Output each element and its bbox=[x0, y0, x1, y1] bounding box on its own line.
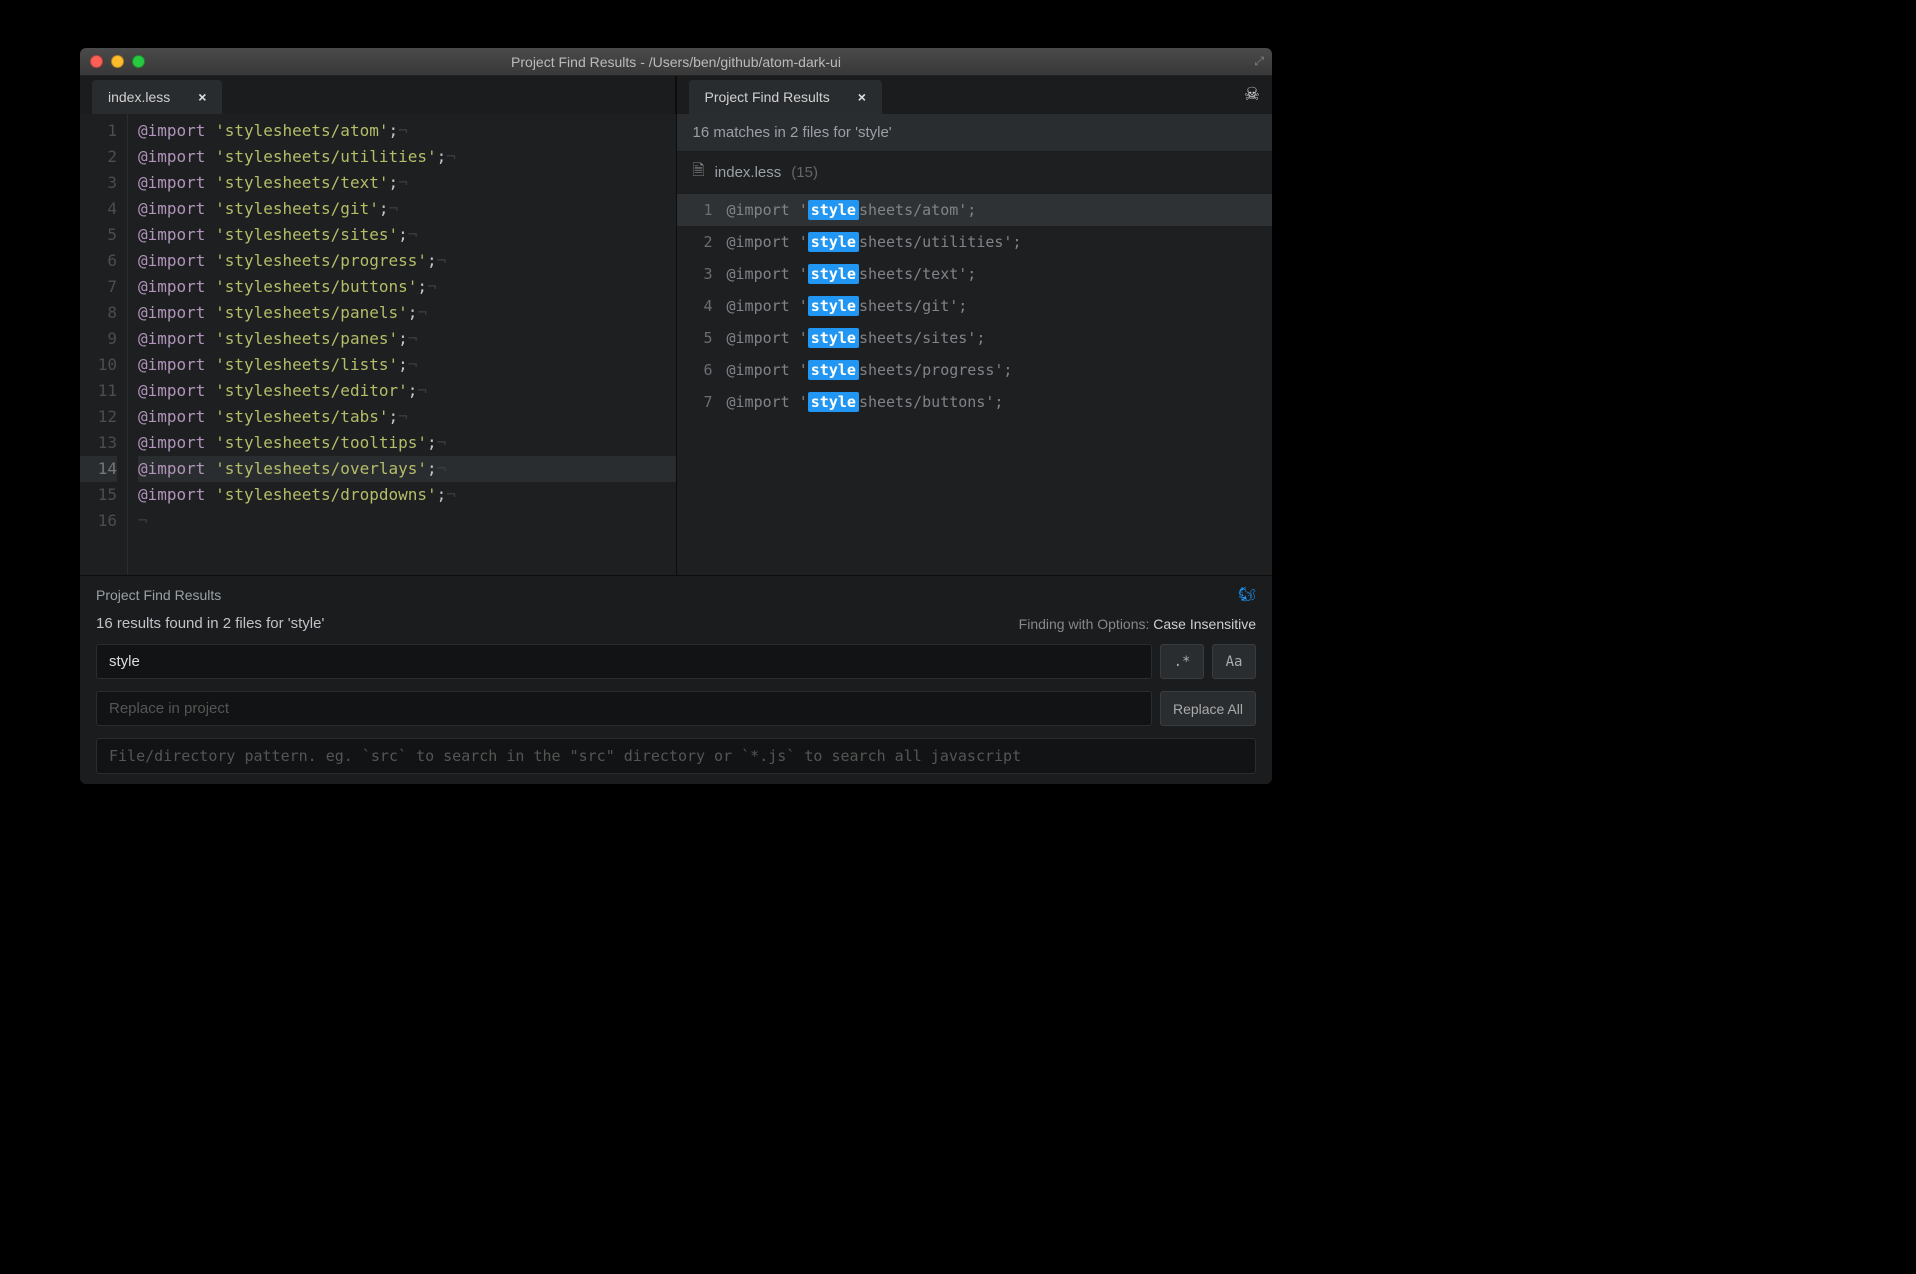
replace-input[interactable] bbox=[96, 691, 1152, 726]
code-line[interactable]: @import 'stylesheets/tooltips';¬ bbox=[138, 430, 676, 456]
code-line[interactable]: @import 'stylesheets/overlays';¬ bbox=[138, 456, 676, 482]
regex-toggle-button[interactable]: .* bbox=[1160, 644, 1204, 679]
code-editor[interactable]: 12345678910111213141516 @import 'stylesh… bbox=[80, 114, 676, 575]
maximize-icon[interactable]: ⤢ bbox=[1254, 54, 1264, 69]
result-row[interactable]: 5 @import 'stylesheets/sites'; bbox=[677, 322, 1273, 354]
results-file-count: (15) bbox=[791, 164, 818, 181]
code-line[interactable]: @import 'stylesheets/atom';¬ bbox=[138, 118, 676, 144]
result-text: @import 'stylesheets/git'; bbox=[727, 297, 968, 315]
window-title: Project Find Results - /Users/ben/github… bbox=[511, 54, 841, 70]
code-line[interactable]: @import 'stylesheets/sites';¬ bbox=[138, 222, 676, 248]
line-number: 6 bbox=[80, 248, 117, 274]
titlebar[interactable]: Project Find Results - /Users/ben/github… bbox=[80, 48, 1272, 76]
result-text: @import 'stylesheets/sites'; bbox=[727, 329, 986, 347]
results-file-name: index.less bbox=[715, 164, 782, 181]
result-line-number: 7 bbox=[693, 393, 713, 411]
line-number: 8 bbox=[80, 300, 117, 326]
tab-title: Project Find Results bbox=[705, 89, 830, 105]
minimize-window-button[interactable] bbox=[111, 55, 124, 68]
result-row[interactable]: 6 @import 'stylesheets/progress'; bbox=[677, 354, 1273, 386]
line-number: 3 bbox=[80, 170, 117, 196]
line-number: 14 bbox=[80, 456, 117, 482]
result-row[interactable]: 2 @import 'stylesheets/utilities'; bbox=[677, 226, 1273, 258]
case-toggle-button[interactable]: Aa bbox=[1212, 644, 1256, 679]
search-input[interactable] bbox=[96, 644, 1152, 679]
result-row[interactable]: 3 @import 'stylesheets/text'; bbox=[677, 258, 1273, 290]
code-line[interactable]: @import 'stylesheets/editor';¬ bbox=[138, 378, 676, 404]
squirrel-icon[interactable]: 🐿 bbox=[1238, 586, 1256, 603]
result-line-number: 6 bbox=[693, 361, 713, 379]
tab-find-results[interactable]: Project Find Results × bbox=[689, 80, 882, 114]
result-line-number: 3 bbox=[693, 265, 713, 283]
find-results-count: 16 results found in 2 files for 'style' bbox=[96, 615, 324, 632]
tab-bar-right: Project Find Results × ☠ bbox=[677, 76, 1273, 114]
line-number: 10 bbox=[80, 352, 117, 378]
result-row[interactable]: 4 @import 'stylesheets/git'; bbox=[677, 290, 1273, 322]
app-window: Project Find Results - /Users/ben/github… bbox=[80, 48, 1272, 784]
tab-title: index.less bbox=[108, 89, 170, 105]
result-text: @import 'stylesheets/atom'; bbox=[727, 201, 977, 219]
line-number: 5 bbox=[80, 222, 117, 248]
result-text: @import 'stylesheets/text'; bbox=[727, 265, 977, 283]
skull-icon[interactable]: ☠ bbox=[1244, 84, 1260, 105]
line-number-gutter: 12345678910111213141516 bbox=[80, 114, 128, 575]
results-summary: 16 matches in 2 files for 'style' bbox=[677, 114, 1273, 152]
close-window-button[interactable] bbox=[90, 55, 103, 68]
line-number: 4 bbox=[80, 196, 117, 222]
tab-index-less[interactable]: index.less × bbox=[92, 80, 222, 114]
result-list: 1 @import 'stylesheets/atom'; 2 @import 'st… bbox=[677, 194, 1273, 575]
result-text: @import 'stylesheets/utilities'; bbox=[727, 233, 1022, 251]
find-options-label: Finding with Options: Case Insensitive bbox=[1019, 616, 1256, 632]
line-number: 12 bbox=[80, 404, 117, 430]
traffic-lights bbox=[80, 55, 145, 68]
find-panel-title: Project Find Results bbox=[96, 587, 221, 603]
line-number: 9 bbox=[80, 326, 117, 352]
code-line[interactable]: @import 'stylesheets/utilities';¬ bbox=[138, 144, 676, 170]
line-number: 7 bbox=[80, 274, 117, 300]
line-number: 16 bbox=[80, 508, 117, 534]
line-number: 15 bbox=[80, 482, 117, 508]
close-icon[interactable]: × bbox=[198, 89, 206, 105]
line-number: 2 bbox=[80, 144, 117, 170]
editor-pane: index.less × 12345678910111213141516 @im… bbox=[80, 76, 677, 575]
find-panel: Project Find Results 🐿 16 results found … bbox=[80, 575, 1272, 784]
tab-bar-left: index.less × bbox=[80, 76, 676, 114]
line-number: 1 bbox=[80, 118, 117, 144]
code-line[interactable]: @import 'stylesheets/tabs';¬ bbox=[138, 404, 676, 430]
results-file-header[interactable]: 🗎 index.less (15) bbox=[677, 152, 1273, 194]
result-line-number: 2 bbox=[693, 233, 713, 251]
code-line[interactable]: ¬ bbox=[138, 508, 676, 534]
code-body[interactable]: @import 'stylesheets/atom';¬@import 'sty… bbox=[128, 114, 676, 575]
result-text: @import 'stylesheets/buttons'; bbox=[727, 393, 1004, 411]
code-line[interactable]: @import 'stylesheets/progress';¬ bbox=[138, 248, 676, 274]
code-line[interactable]: @import 'stylesheets/buttons';¬ bbox=[138, 274, 676, 300]
path-filter-input[interactable] bbox=[96, 738, 1256, 774]
replace-all-button[interactable]: Replace All bbox=[1160, 691, 1256, 726]
code-line[interactable]: @import 'stylesheets/panes';¬ bbox=[138, 326, 676, 352]
result-line-number: 4 bbox=[693, 297, 713, 315]
results-pane: Project Find Results × ☠ 16 matches in 2… bbox=[677, 76, 1273, 575]
split-pane: index.less × 12345678910111213141516 @im… bbox=[80, 76, 1272, 575]
result-text: @import 'stylesheets/progress'; bbox=[727, 361, 1013, 379]
line-number: 11 bbox=[80, 378, 117, 404]
close-icon[interactable]: × bbox=[858, 89, 866, 105]
result-row[interactable]: 1 @import 'stylesheets/atom'; bbox=[677, 194, 1273, 226]
line-number: 13 bbox=[80, 430, 117, 456]
code-line[interactable]: @import 'stylesheets/text';¬ bbox=[138, 170, 676, 196]
code-line[interactable]: @import 'stylesheets/git';¬ bbox=[138, 196, 676, 222]
zoom-window-button[interactable] bbox=[132, 55, 145, 68]
code-line[interactable]: @import 'stylesheets/panels';¬ bbox=[138, 300, 676, 326]
result-row[interactable]: 7 @import 'stylesheets/buttons'; bbox=[677, 386, 1273, 418]
code-line[interactable]: @import 'stylesheets/dropdowns';¬ bbox=[138, 482, 676, 508]
file-icon: 🗎 bbox=[693, 160, 705, 185]
code-line[interactable]: @import 'stylesheets/lists';¬ bbox=[138, 352, 676, 378]
result-line-number: 5 bbox=[693, 329, 713, 347]
result-line-number: 1 bbox=[693, 201, 713, 219]
